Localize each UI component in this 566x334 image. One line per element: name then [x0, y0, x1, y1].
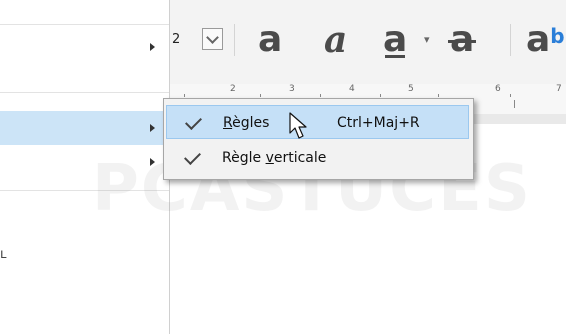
- superscript-glyph: a: [526, 19, 551, 60]
- strikethrough-button[interactable]: a: [447, 18, 477, 62]
- bold-button[interactable]: a: [258, 18, 282, 62]
- menu-item-label: Règles: [223, 115, 270, 131]
- font-size-field[interactable]: 2: [172, 26, 196, 54]
- toolbar-separator: [510, 24, 511, 56]
- check-icon: [184, 148, 201, 165]
- ruler-tick: [260, 94, 261, 97]
- ruler-number: 4: [349, 84, 355, 94]
- menu-item-regles[interactable]: Règles Ctrl+Maj+R: [166, 105, 469, 139]
- chevron-down-icon: [206, 31, 219, 44]
- left-stub-glyph: ʟ: [0, 247, 7, 262]
- toolbar-separator: [234, 24, 235, 56]
- parent-menu-item-1[interactable]: [0, 30, 169, 64]
- parent-menu-item-display[interactable]: [0, 111, 169, 145]
- ruler-number: 5: [408, 84, 414, 94]
- ruler-tick: [320, 94, 321, 97]
- menu-divider: [0, 24, 169, 25]
- ruler-number: 3: [289, 84, 295, 94]
- font-size-dropdown-button[interactable]: [202, 28, 223, 50]
- formatting-toolbar: 2 a a a ▾ a ab: [170, 0, 566, 84]
- ruler-tick: [184, 94, 185, 97]
- italic-button[interactable]: a: [324, 18, 347, 62]
- underline-dropdown-icon[interactable]: ▾: [424, 33, 430, 46]
- ruler-number: 6: [495, 84, 501, 94]
- ruler-indent-marker[interactable]: [514, 100, 515, 108]
- view-submenu: Règles Ctrl+Maj+R Règle verticale: [163, 98, 474, 180]
- menu-divider: [0, 92, 169, 93]
- superscript-mark: b: [550, 24, 565, 48]
- ruler-number: 7: [556, 84, 562, 94]
- menu-item-regle-verticale[interactable]: Règle verticale: [166, 141, 469, 175]
- underline-button[interactable]: a: [383, 18, 407, 62]
- menu-item-label: Règle verticale: [222, 150, 327, 166]
- submenu-arrow-icon: [150, 43, 155, 51]
- mouse-cursor-icon: [289, 112, 307, 139]
- superscript-button[interactable]: ab: [526, 18, 565, 62]
- ruler-number: 2: [230, 84, 236, 94]
- ruler-tick: [438, 94, 439, 97]
- submenu-arrow-icon: [150, 124, 155, 132]
- ruler-tick: [510, 94, 511, 97]
- check-icon: [185, 113, 202, 130]
- ruler-tick: [380, 94, 381, 97]
- menu-item-shortcut: Ctrl+Maj+R: [337, 115, 420, 131]
